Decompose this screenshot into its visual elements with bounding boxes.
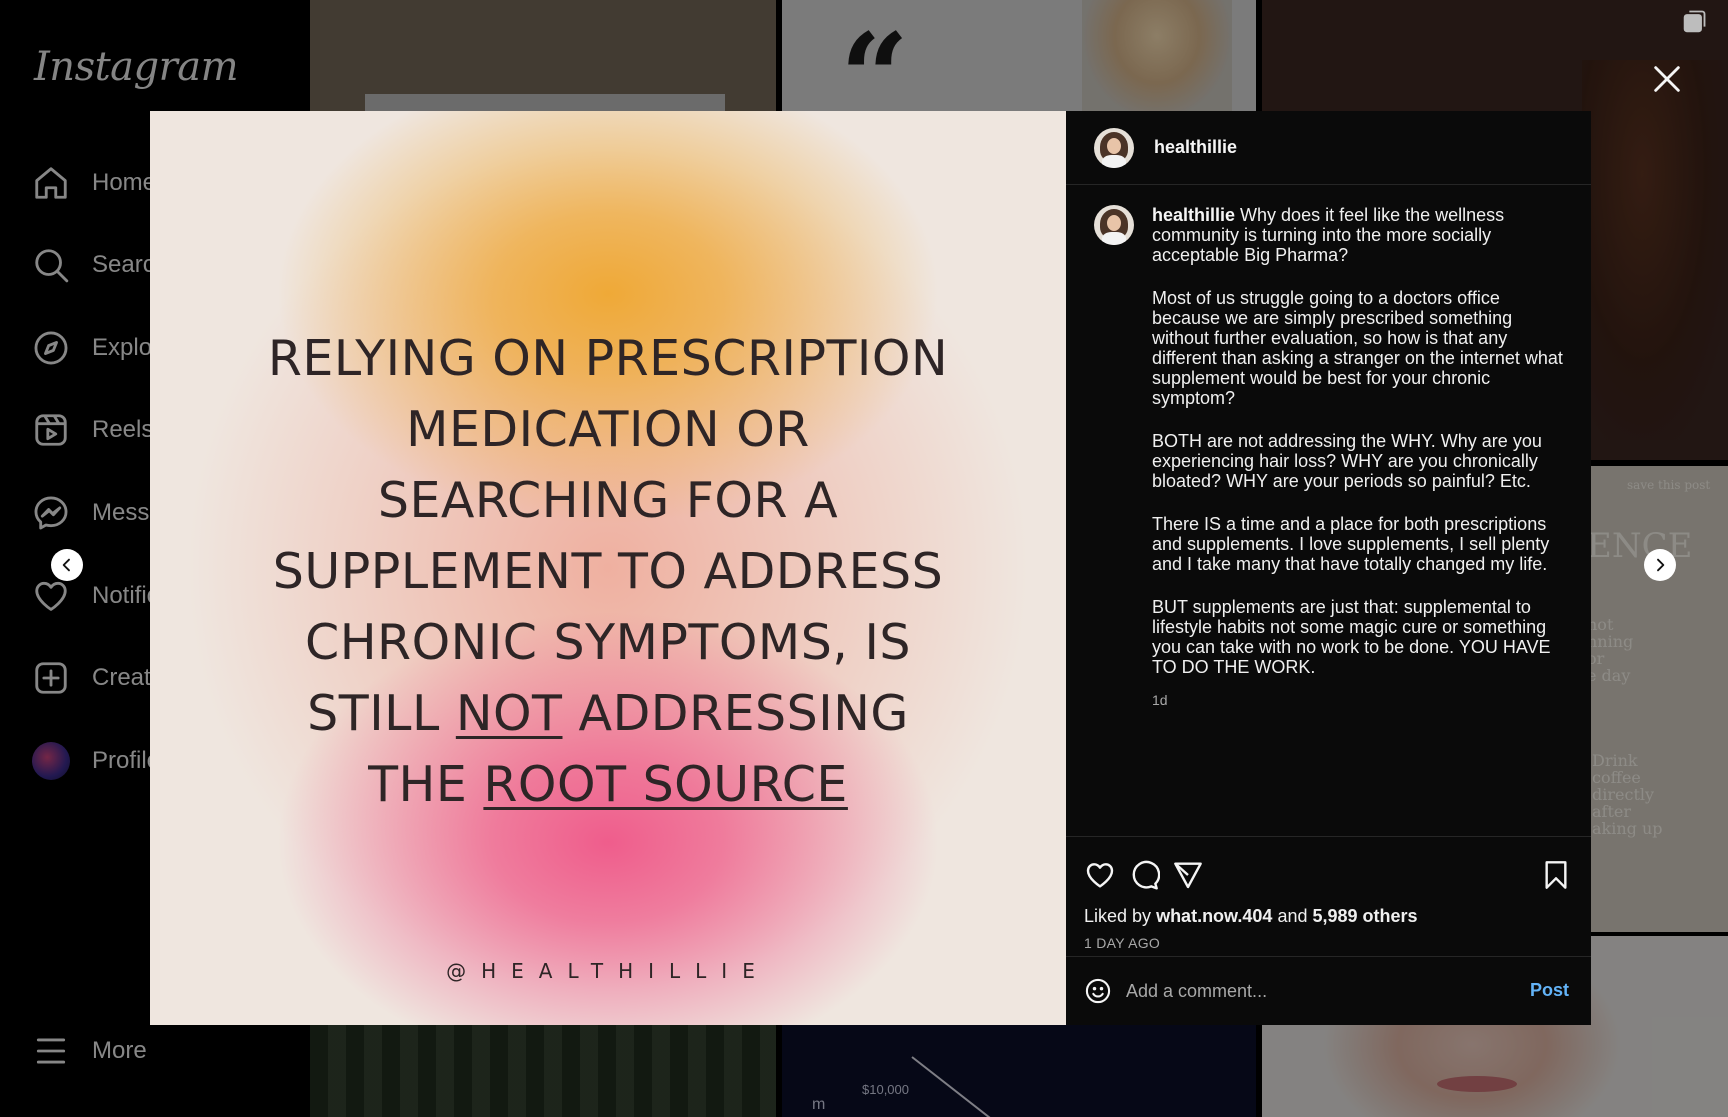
chevron-right-icon [1657, 558, 1665, 572]
bookmark-icon[interactable] [1540, 859, 1572, 891]
next-post-button[interactable] [1644, 549, 1676, 581]
headline-line: STILL NOT ADDRESSING [307, 685, 909, 742]
prev-post-button[interactable] [51, 549, 83, 581]
post-actions: Liked by what.now.404 and 5,989 others 1… [1066, 836, 1591, 954]
headline-line: SEARCHING FOR A [377, 472, 839, 529]
post-image[interactable]: RELYING ON PRESCRIPTION MEDICATION OR SEAR… [150, 111, 1066, 1025]
post-image-handle: @HEALTHILLIE [446, 959, 770, 983]
headline-line: CHRONIC SYMPTOMS, IS [304, 614, 911, 671]
caption-timestamp[interactable]: 1d [1152, 690, 1564, 710]
post-header: healthillie [1066, 111, 1591, 185]
caption-text: healthillie Why does it feel like the we… [1152, 205, 1564, 710]
emoji-icon[interactable] [1084, 977, 1112, 1005]
avatar[interactable] [1094, 127, 1134, 168]
headline-line: THE ROOT SOURCE [368, 756, 848, 813]
headline-line: MEDICATION OR [406, 401, 810, 458]
avatar[interactable] [1094, 205, 1134, 245]
post-timestamp[interactable]: 1 DAY AGO [1084, 935, 1160, 951]
caption-username[interactable]: healthillie [1152, 205, 1235, 225]
copy-icon [1683, 10, 1706, 33]
post-side-panel: healthillie healthillie Why does it feel… [1066, 111, 1591, 1025]
post-comment-button[interactable]: Post [1530, 980, 1569, 1001]
post-modal: RELYING ON PRESCRIPTION MEDICATION OR SEAR… [150, 111, 1591, 1025]
heart-icon[interactable] [1084, 859, 1116, 891]
share-icon[interactable] [1172, 859, 1204, 891]
close-icon[interactable] [1650, 62, 1684, 96]
chevron-left-icon [62, 558, 70, 572]
comment-icon[interactable] [1128, 859, 1160, 891]
post-image-text: RELYING ON PRESCRIPTION MEDICATION OR SEAR… [180, 323, 1036, 820]
headline-line: SUPPLEMENT TO ADDRESS [272, 543, 944, 600]
likes-summary[interactable]: Liked by what.now.404 and 5,989 others [1084, 906, 1418, 927]
post-author-username[interactable]: healthillie [1154, 137, 1237, 158]
comment-bar: Post [1066, 956, 1591, 1025]
comment-input[interactable] [1126, 980, 1506, 1002]
headline-line: RELYING ON PRESCRIPTION [267, 330, 949, 387]
